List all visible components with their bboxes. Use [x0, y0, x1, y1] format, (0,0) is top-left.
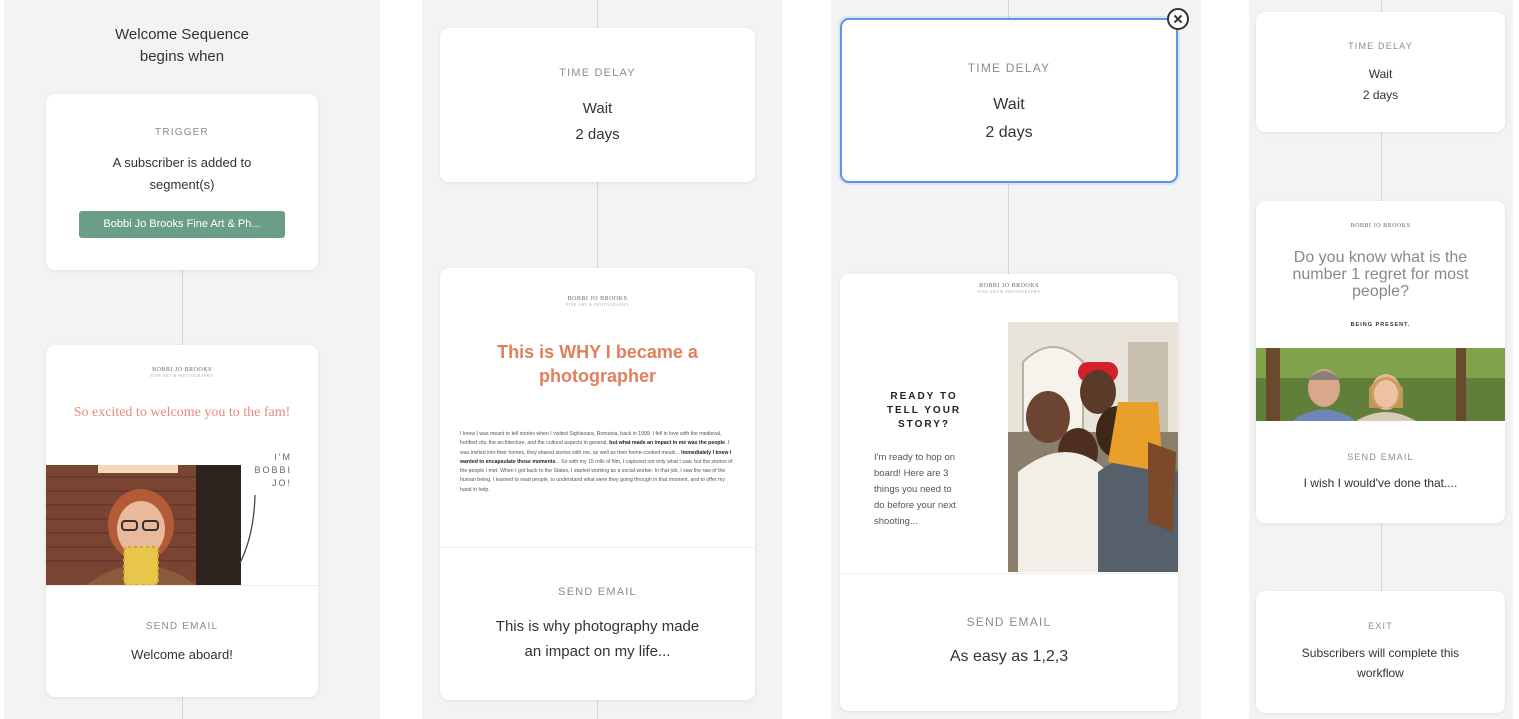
- decorative-arrow: [240, 495, 256, 564]
- email-subject: This is why photography made an impact o…: [495, 618, 700, 660]
- connector-line: [597, 182, 598, 268]
- connector-line: [1381, 132, 1382, 201]
- connector-line: [182, 270, 183, 345]
- exit-text: Subscribers will complete this workflow: [1301, 646, 1460, 680]
- time-delay-card[interactable]: TIME DELAY Wait 2 days: [440, 28, 755, 182]
- exit-card[interactable]: EXIT Subscribers will complete this work…: [1256, 591, 1505, 713]
- email-preview-photo: [46, 465, 241, 585]
- send-email-label: SEND EMAIL: [145, 621, 219, 632]
- time-delay-text: Wait 2 days: [1362, 67, 1399, 102]
- send-email-card-welcome[interactable]: BOBBI JO BROOKS FINE ART & PHOTOGRAPHY So…: [46, 345, 318, 697]
- email-preview-body: I knew I was meant to tell stories when …: [460, 431, 733, 493]
- time-delay-text: Wait 2 days: [985, 96, 1033, 141]
- workflow-panel-2: TIME DELAY Wait 2 days BOBBI JO BROOKS FI…: [422, 0, 782, 719]
- time-delay-card[interactable]: TIME DELAY Wait 2 days: [1256, 12, 1505, 132]
- send-email-card-why[interactable]: BOBBI JO BROOKS FINE ART & PHOTOGRAPHY Th…: [440, 268, 755, 700]
- send-email-label: SEND EMAIL: [558, 586, 637, 598]
- connector-line: [1381, 0, 1382, 12]
- send-email-label: SEND EMAIL: [1347, 452, 1414, 462]
- email-subject: I wish I would've done that....: [1303, 476, 1458, 490]
- trigger-label: TRIGGER: [155, 127, 209, 138]
- time-delay-label: TIME DELAY: [559, 67, 636, 79]
- connector-line: [597, 0, 598, 28]
- brand-logo: BOBBI JO BROOKS FINE ART & PHOTOGRAPHY: [150, 367, 214, 378]
- connector-line: [182, 697, 183, 719]
- email-subject: Welcome aboard!: [131, 647, 233, 662]
- exit-label: EXIT: [1368, 621, 1393, 631]
- email-preview-subtitle: BEING PRESENT.: [1350, 322, 1411, 328]
- email-subject: As easy as 1,2,3: [949, 648, 1069, 665]
- email-preview-side-text: I'M BOBBI JO!: [254, 452, 292, 488]
- workflow-heading: Welcome Sequence begins when: [115, 26, 249, 65]
- brand-logo: BOBBI JO BROOKS FINE ART & PHOTOGRAPHY: [565, 296, 630, 307]
- connector-line: [1381, 523, 1382, 591]
- email-preview-title: READY TO TELL YOUR STORY?: [886, 391, 962, 430]
- send-email-label: SEND EMAIL: [966, 615, 1052, 629]
- time-delay-card-selected[interactable]: TIME DELAY Wait 2 days: [840, 18, 1178, 183]
- workflow-panel-3: TIME DELAY Wait 2 days BOBBI JO BROOKS FI…: [831, 0, 1201, 719]
- trigger-description: A subscriber is added to segment(s): [112, 155, 252, 192]
- brand-logo: BOBBI JO BROOKS: [1350, 223, 1411, 229]
- email-preview-title: So excited to welcome you to the fam!: [73, 405, 291, 420]
- send-email-card-easy[interactable]: BOBBI JO BROOKS FINE ART & PHOTOGRAPHY RE…: [840, 274, 1178, 711]
- close-icon[interactable]: [1167, 8, 1189, 30]
- time-delay-label: TIME DELAY: [967, 61, 1051, 75]
- email-preview-title: Do you know what is the number 1 regret …: [1292, 249, 1469, 300]
- connector-line: [597, 700, 598, 719]
- connector-line: [1008, 0, 1009, 18]
- send-email-card-regret[interactable]: BOBBI JO BROOKS Do you know what is the …: [1256, 201, 1505, 523]
- email-preview-photo: [1008, 322, 1178, 572]
- segment-tag[interactable]: Bobbi Jo Brooks Fine Art & Ph...: [79, 211, 285, 238]
- time-delay-label: TIME DELAY: [1348, 41, 1413, 51]
- workflow-panel-1: Welcome Sequence begins when TRIGGER A s…: [4, 0, 380, 719]
- workflow-panel-4: TIME DELAY Wait 2 days BOBBI JO BROOKS D…: [1249, 0, 1513, 719]
- connector-line: [1008, 183, 1009, 274]
- trigger-card[interactable]: TRIGGER A subscriber is added to segment…: [46, 94, 318, 270]
- brand-logo: BOBBI JO BROOKS FINE ART & PHOTOGRAPHY: [977, 283, 1041, 294]
- email-preview-title: This is WHY I became a photographer: [497, 342, 698, 386]
- email-preview-photo: [1256, 348, 1505, 421]
- time-delay-text: Wait 2 days: [575, 100, 620, 143]
- email-preview-body: I'm ready to hop on board! Here are 3 th…: [874, 452, 956, 527]
